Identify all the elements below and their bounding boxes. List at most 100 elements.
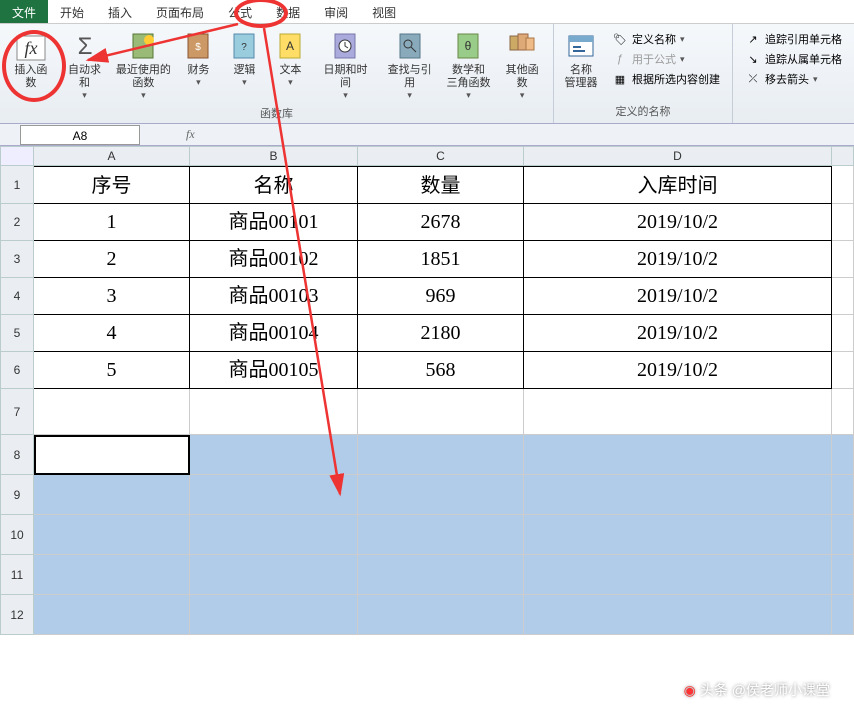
cell[interactable] — [358, 555, 524, 595]
cell[interactable] — [190, 515, 358, 555]
tab-数据[interactable]: 数据 — [264, 0, 312, 23]
cell[interactable] — [832, 315, 854, 352]
tab-页面布局[interactable]: 页面布局 — [144, 0, 216, 23]
cell[interactable] — [34, 595, 190, 635]
cell[interactable] — [358, 475, 524, 515]
column-header-D[interactable]: D — [524, 146, 832, 166]
remove-arrows-button[interactable]: ⤫移去箭头 — [743, 70, 844, 88]
cell[interactable] — [832, 555, 854, 595]
column-header-B[interactable]: B — [190, 146, 358, 166]
use-in-formula-button[interactable]: ƒ用于公式 — [610, 50, 722, 68]
fx-label[interactable]: fx — [146, 127, 255, 142]
cell[interactable]: 商品00103 — [190, 278, 358, 315]
row-header-12[interactable]: 12 — [0, 595, 34, 635]
row-header-5[interactable]: 5 — [0, 315, 34, 352]
cell[interactable]: 名称 — [190, 166, 358, 204]
tab-视图[interactable]: 视图 — [360, 0, 408, 23]
row-header-7[interactable]: 7 — [0, 389, 34, 435]
cell[interactable] — [358, 515, 524, 555]
logical-button[interactable]: ? 逻辑 — [223, 28, 265, 103]
cell[interactable]: 1851 — [358, 241, 524, 278]
tab-开始[interactable]: 开始 — [48, 0, 96, 23]
tab-文件[interactable]: 文件 — [0, 0, 48, 23]
column-header-[interactable] — [832, 146, 854, 166]
cell[interactable] — [524, 515, 832, 555]
tab-审阅[interactable]: 审阅 — [312, 0, 360, 23]
insert-function-button[interactable]: fx 插入函数 — [6, 28, 56, 103]
cell[interactable] — [190, 389, 358, 435]
row-header-9[interactable]: 9 — [0, 475, 34, 515]
cell[interactable] — [832, 475, 854, 515]
cell[interactable] — [34, 475, 190, 515]
name-box[interactable]: A8 — [20, 125, 140, 145]
cell[interactable] — [358, 595, 524, 635]
cell[interactable] — [832, 515, 854, 555]
math-button[interactable]: θ 数学和 三角函数 — [444, 28, 494, 103]
cell[interactable]: 2019/10/2 — [524, 352, 832, 389]
cell[interactable] — [190, 475, 358, 515]
row-header-11[interactable]: 11 — [0, 555, 34, 595]
autosum-button[interactable]: Σ 自动求和 — [60, 28, 110, 103]
row-header-4[interactable]: 4 — [0, 278, 34, 315]
cell[interactable]: 2019/10/2 — [524, 278, 832, 315]
cell[interactable] — [190, 595, 358, 635]
row-header-10[interactable]: 10 — [0, 515, 34, 555]
cell[interactable] — [524, 555, 832, 595]
tab-插入[interactable]: 插入 — [96, 0, 144, 23]
cell[interactable]: 商品00105 — [190, 352, 358, 389]
cell[interactable]: 2678 — [358, 204, 524, 241]
define-name-button[interactable]: 🏷定义名称 — [610, 30, 722, 48]
select-all-corner[interactable] — [0, 146, 34, 166]
cell[interactable]: 入库时间 — [524, 166, 832, 204]
cell[interactable]: 2019/10/2 — [524, 241, 832, 278]
lookup-button[interactable]: 查找与引用 — [380, 28, 440, 103]
cell[interactable]: 4 — [34, 315, 190, 352]
cell[interactable] — [832, 435, 854, 475]
cell[interactable]: 568 — [358, 352, 524, 389]
cell[interactable] — [524, 435, 832, 475]
cell[interactable] — [832, 166, 854, 204]
row-header-8[interactable]: 8 — [0, 435, 34, 475]
cell[interactable] — [832, 352, 854, 389]
cell[interactable]: 2 — [34, 241, 190, 278]
column-header-A[interactable]: A — [34, 146, 190, 166]
cell[interactable]: 2019/10/2 — [524, 204, 832, 241]
cell[interactable] — [358, 389, 524, 435]
cell[interactable]: 2019/10/2 — [524, 315, 832, 352]
cell[interactable] — [524, 475, 832, 515]
cell[interactable]: 序号 — [34, 166, 190, 204]
create-from-selection-button[interactable]: ▦根据所选内容创建 — [610, 70, 722, 88]
cell[interactable]: 2180 — [358, 315, 524, 352]
cell[interactable]: 1 — [34, 204, 190, 241]
trace-precedents-button[interactable]: ↗追踪引用单元格 — [743, 30, 844, 48]
row-header-6[interactable]: 6 — [0, 352, 34, 389]
cell[interactable] — [34, 515, 190, 555]
cell[interactable] — [34, 435, 190, 475]
cell[interactable]: 969 — [358, 278, 524, 315]
cell[interactable] — [190, 435, 358, 475]
cell[interactable] — [832, 278, 854, 315]
row-header-2[interactable]: 2 — [0, 204, 34, 241]
cell[interactable] — [524, 595, 832, 635]
trace-dependents-button[interactable]: ↘追踪从属单元格 — [743, 50, 844, 68]
cell[interactable] — [524, 389, 832, 435]
other-functions-button[interactable]: 其他函数 — [497, 28, 547, 103]
cell[interactable] — [832, 204, 854, 241]
cell[interactable] — [832, 595, 854, 635]
row-header-1[interactable]: 1 — [0, 166, 34, 204]
column-header-C[interactable]: C — [358, 146, 524, 166]
cell[interactable] — [34, 555, 190, 595]
cell[interactable]: 数量 — [358, 166, 524, 204]
cell[interactable] — [34, 389, 190, 435]
cell[interactable]: 商品00104 — [190, 315, 358, 352]
cell[interactable] — [832, 389, 854, 435]
tab-公式[interactable]: 公式 — [216, 0, 264, 23]
recent-functions-button[interactable]: 最近使用的 函数 — [113, 28, 173, 103]
cell[interactable]: 5 — [34, 352, 190, 389]
cell[interactable] — [358, 435, 524, 475]
cell[interactable] — [190, 555, 358, 595]
text-button[interactable]: A 文本 — [269, 28, 311, 103]
cell[interactable]: 商品00102 — [190, 241, 358, 278]
cell[interactable] — [832, 241, 854, 278]
cell[interactable]: 3 — [34, 278, 190, 315]
